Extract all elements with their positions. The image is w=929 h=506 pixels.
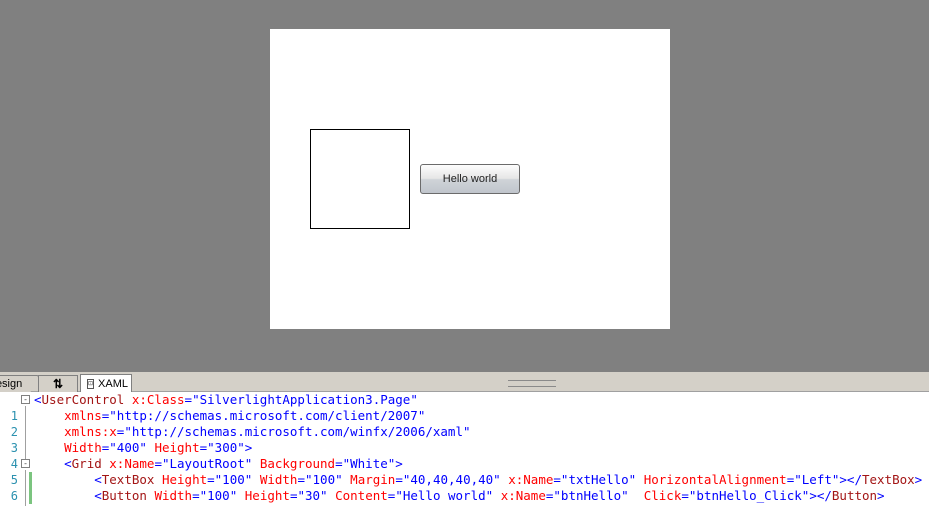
swap-panes-button[interactable]: ⇅ (38, 375, 78, 392)
xml-attr: Content (335, 488, 388, 503)
xml-value: "300" (207, 440, 245, 455)
xml-attr: xmlns:x (64, 424, 117, 439)
xml-tag: TextBox (101, 472, 155, 487)
xml-attr: x:Class (131, 392, 185, 407)
xml-value: "100" (199, 488, 238, 503)
xml-close-tag: TextBox (861, 472, 915, 487)
xml-attr: xmlns (64, 408, 102, 423)
fold-collapse-icon[interactable]: - (21, 459, 30, 468)
tab-design-label: Design (0, 378, 23, 390)
code-line: 2 xmlns="http://schemas.microsoft.com/cl… (0, 408, 929, 439)
xml-attr: Height (161, 472, 208, 487)
xml-attr: x:Name (508, 472, 554, 487)
user-control-canvas[interactable]: Hello world (270, 29, 670, 329)
xml-tag: UserControl (41, 392, 125, 407)
xml-value: "100" (214, 472, 253, 487)
xml-attr: Margin (350, 472, 396, 487)
xml-value: "SilverlightApplication3.Page" (192, 392, 418, 407)
xml-tag: Grid (71, 456, 102, 471)
view-tab-bar: Design ⇅ ⊡ XAML (0, 372, 929, 393)
xml-attr: Background (259, 456, 336, 471)
design-surface: Hello world (0, 0, 929, 372)
xaml-file-icon: ⊡ (87, 379, 95, 389)
xml-attr: Width (154, 488, 193, 503)
xml-value: "400" (109, 440, 147, 455)
tab-xaml[interactable]: ⊡ XAML (80, 374, 132, 393)
xml-attr: Height (154, 440, 200, 455)
xml-value: "LayoutRoot" (161, 456, 253, 471)
code-line: 6 <TextBox Height="100" Width="100" Marg… (0, 472, 929, 503)
hello-textbox[interactable] (310, 129, 410, 229)
xml-value: "100" (305, 472, 343, 487)
xml-attr: Click (643, 488, 682, 503)
splitter-grip[interactable] (508, 380, 556, 387)
xml-attr: Width (64, 440, 102, 455)
xml-value: "http://schemas.microsoft.com/client/200… (109, 408, 426, 423)
xml-tag: Button (101, 488, 147, 503)
xml-value: "btnHello_Click" (688, 488, 810, 503)
code-line: 1 - <UserControl x:Class="SilverlightApp… (0, 392, 929, 423)
code-line: 4 Width="400" Height="300"> (0, 440, 929, 471)
xml-close-tag: Button (831, 488, 878, 503)
xml-value: "Left" (794, 472, 840, 487)
xml-value: "30" (297, 488, 328, 503)
code-line: 5 - <Grid x:Name="LayoutRoot" Background… (0, 456, 929, 487)
code-line: 7 <Button Width="100" Height="30" Conten… (0, 488, 929, 506)
xml-attr: x:Name (500, 488, 546, 503)
xml-value: "40,40,40,40" (402, 472, 501, 487)
swap-arrows-icon: ⇅ (52, 377, 64, 391)
xml-value: "txtHello" (560, 472, 637, 487)
tab-xaml-label: XAML (98, 378, 128, 390)
xml-attr: Height (244, 488, 290, 503)
tab-design[interactable]: Design (0, 375, 38, 392)
xml-attr: HorizontalAlignment (643, 472, 787, 487)
xml-attr: Width (259, 472, 298, 487)
fold-collapse-icon[interactable]: - (21, 395, 30, 404)
xml-value: "Hello world" (395, 488, 494, 503)
xml-value: "White" (342, 456, 396, 471)
xml-value: "btnHello" (553, 488, 629, 503)
xml-value: "http://schemas.microsoft.com/winfx/2006… (124, 424, 471, 439)
xml-attr: x:Name (109, 456, 155, 471)
code-line: 3 xmlns:x="http://schemas.microsoft.com/… (0, 424, 929, 455)
hello-world-button[interactable]: Hello world (420, 164, 520, 194)
xaml-code-editor[interactable]: 1 - <UserControl x:Class="SilverlightApp… (0, 392, 929, 506)
